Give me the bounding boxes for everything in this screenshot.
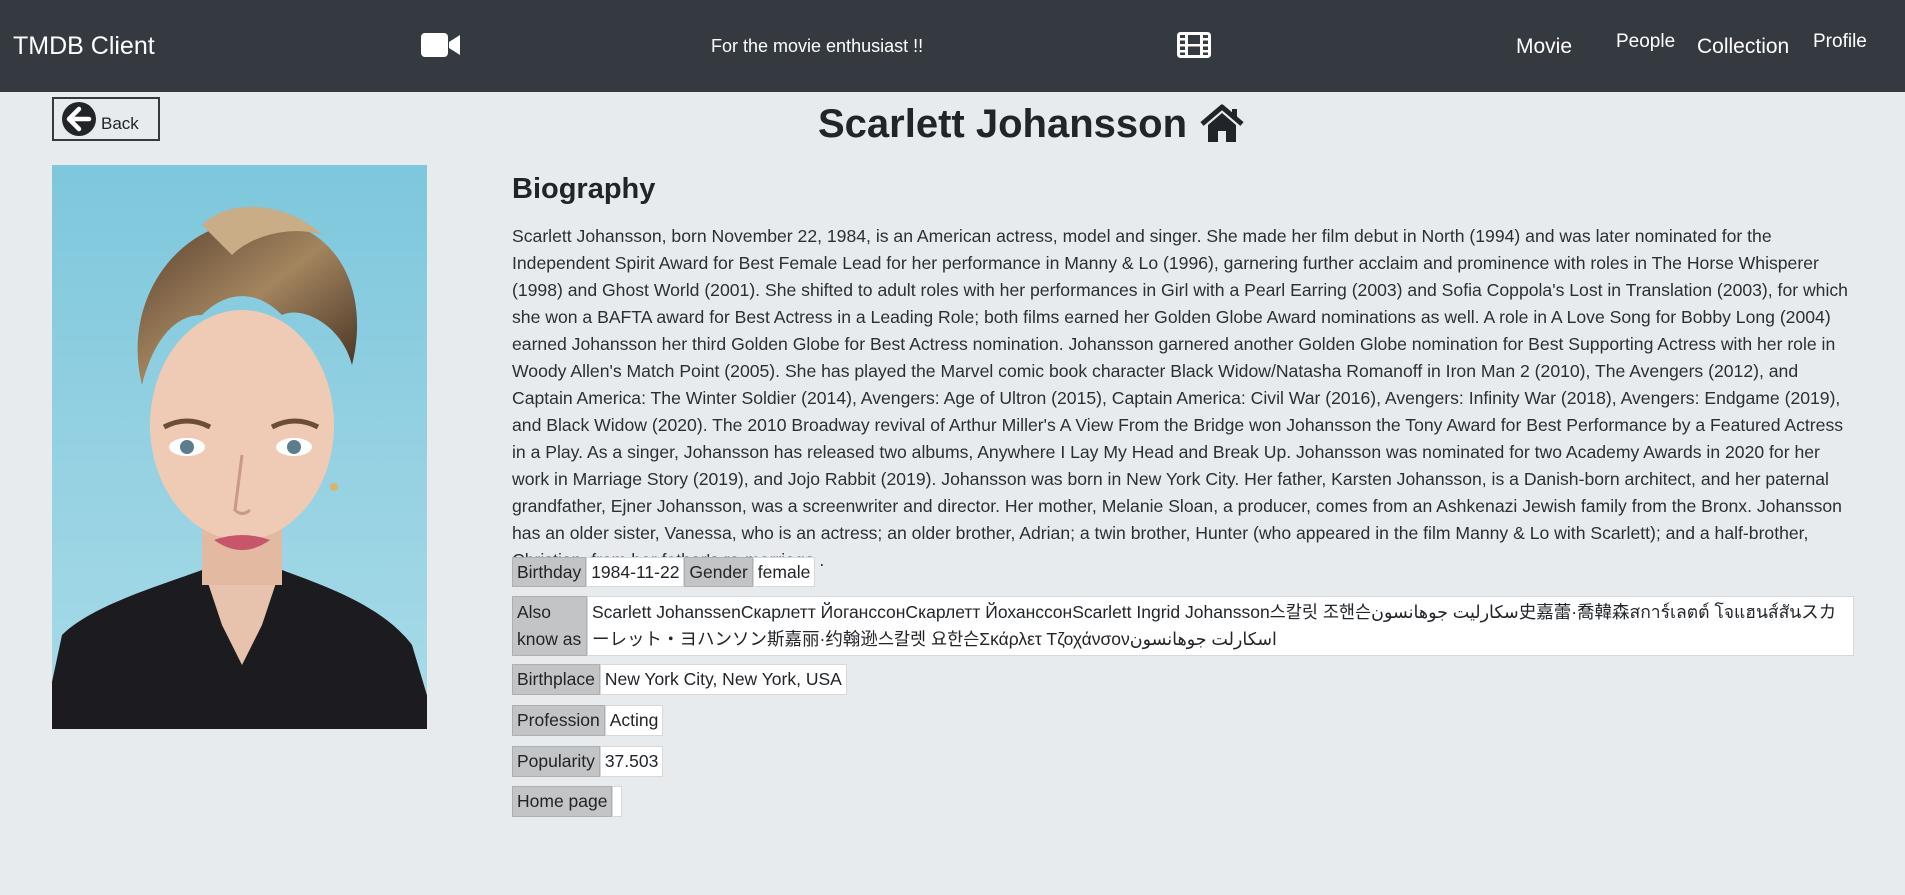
nav-link-people[interactable]: People <box>1616 31 1675 53</box>
popularity-label: Popularity <box>512 746 600 777</box>
profession-row: Profession Acting <box>512 705 664 736</box>
person-portrait <box>52 165 427 729</box>
profession-value: Acting <box>604 705 664 736</box>
back-button[interactable]: Back <box>52 97 160 141</box>
birthplace-label: Birthplace <box>512 664 600 695</box>
video-camera-icon <box>421 33 460 57</box>
nav-link-collection[interactable]: Collection <box>1697 35 1789 59</box>
also-known-as-row: Also know as Scarlett JohanssenСкарлетт … <box>512 596 1854 656</box>
popularity-value: 37.503 <box>599 746 664 777</box>
also-known-as-label: Also know as <box>512 596 587 656</box>
top-navbar: TMDB Client For the movie enthusiast !! … <box>0 0 1905 92</box>
film-icon <box>1177 32 1211 58</box>
homepage-link[interactable] <box>612 786 623 817</box>
biography-text: Scarlett Johansson, born November 22, 19… <box>512 226 1848 570</box>
brand-title[interactable]: TMDB Client <box>13 32 155 61</box>
person-name-heading: Scarlett Johansson <box>818 100 1245 148</box>
nav-link-movie[interactable]: Movie <box>1516 35 1572 59</box>
birthday-gender-row: Birthday 1984-11-22 Gender female <box>512 557 816 587</box>
birthday-label: Birthday <box>512 557 587 587</box>
homepage-row: Home page <box>512 786 623 817</box>
person-name: Scarlett Johansson <box>818 101 1188 146</box>
birthplace-row: Birthplace New York City, New York, USA <box>512 664 847 695</box>
biography-heading: Biography <box>512 173 656 205</box>
home-icon[interactable] <box>1199 104 1245 144</box>
arrow-circle-left-icon <box>62 102 96 136</box>
gender-label: Gender <box>684 557 753 587</box>
navbar-tagline: For the movie enthusiast !! <box>711 36 924 56</box>
also-known-as-value: Scarlett JohanssenСкарлетт ЙоганссонСкар… <box>587 596 1854 656</box>
popularity-row: Popularity 37.503 <box>512 746 664 777</box>
birthplace-value: New York City, New York, USA <box>599 664 847 695</box>
profession-label: Profession <box>512 705 605 736</box>
gender-value: female <box>752 557 816 587</box>
homepage-label: Home page <box>512 786 613 817</box>
nav-link-profile[interactable]: Profile <box>1813 31 1867 53</box>
back-button-label: Back <box>101 114 139 133</box>
birthday-value: 1984-11-22 <box>586 557 685 587</box>
